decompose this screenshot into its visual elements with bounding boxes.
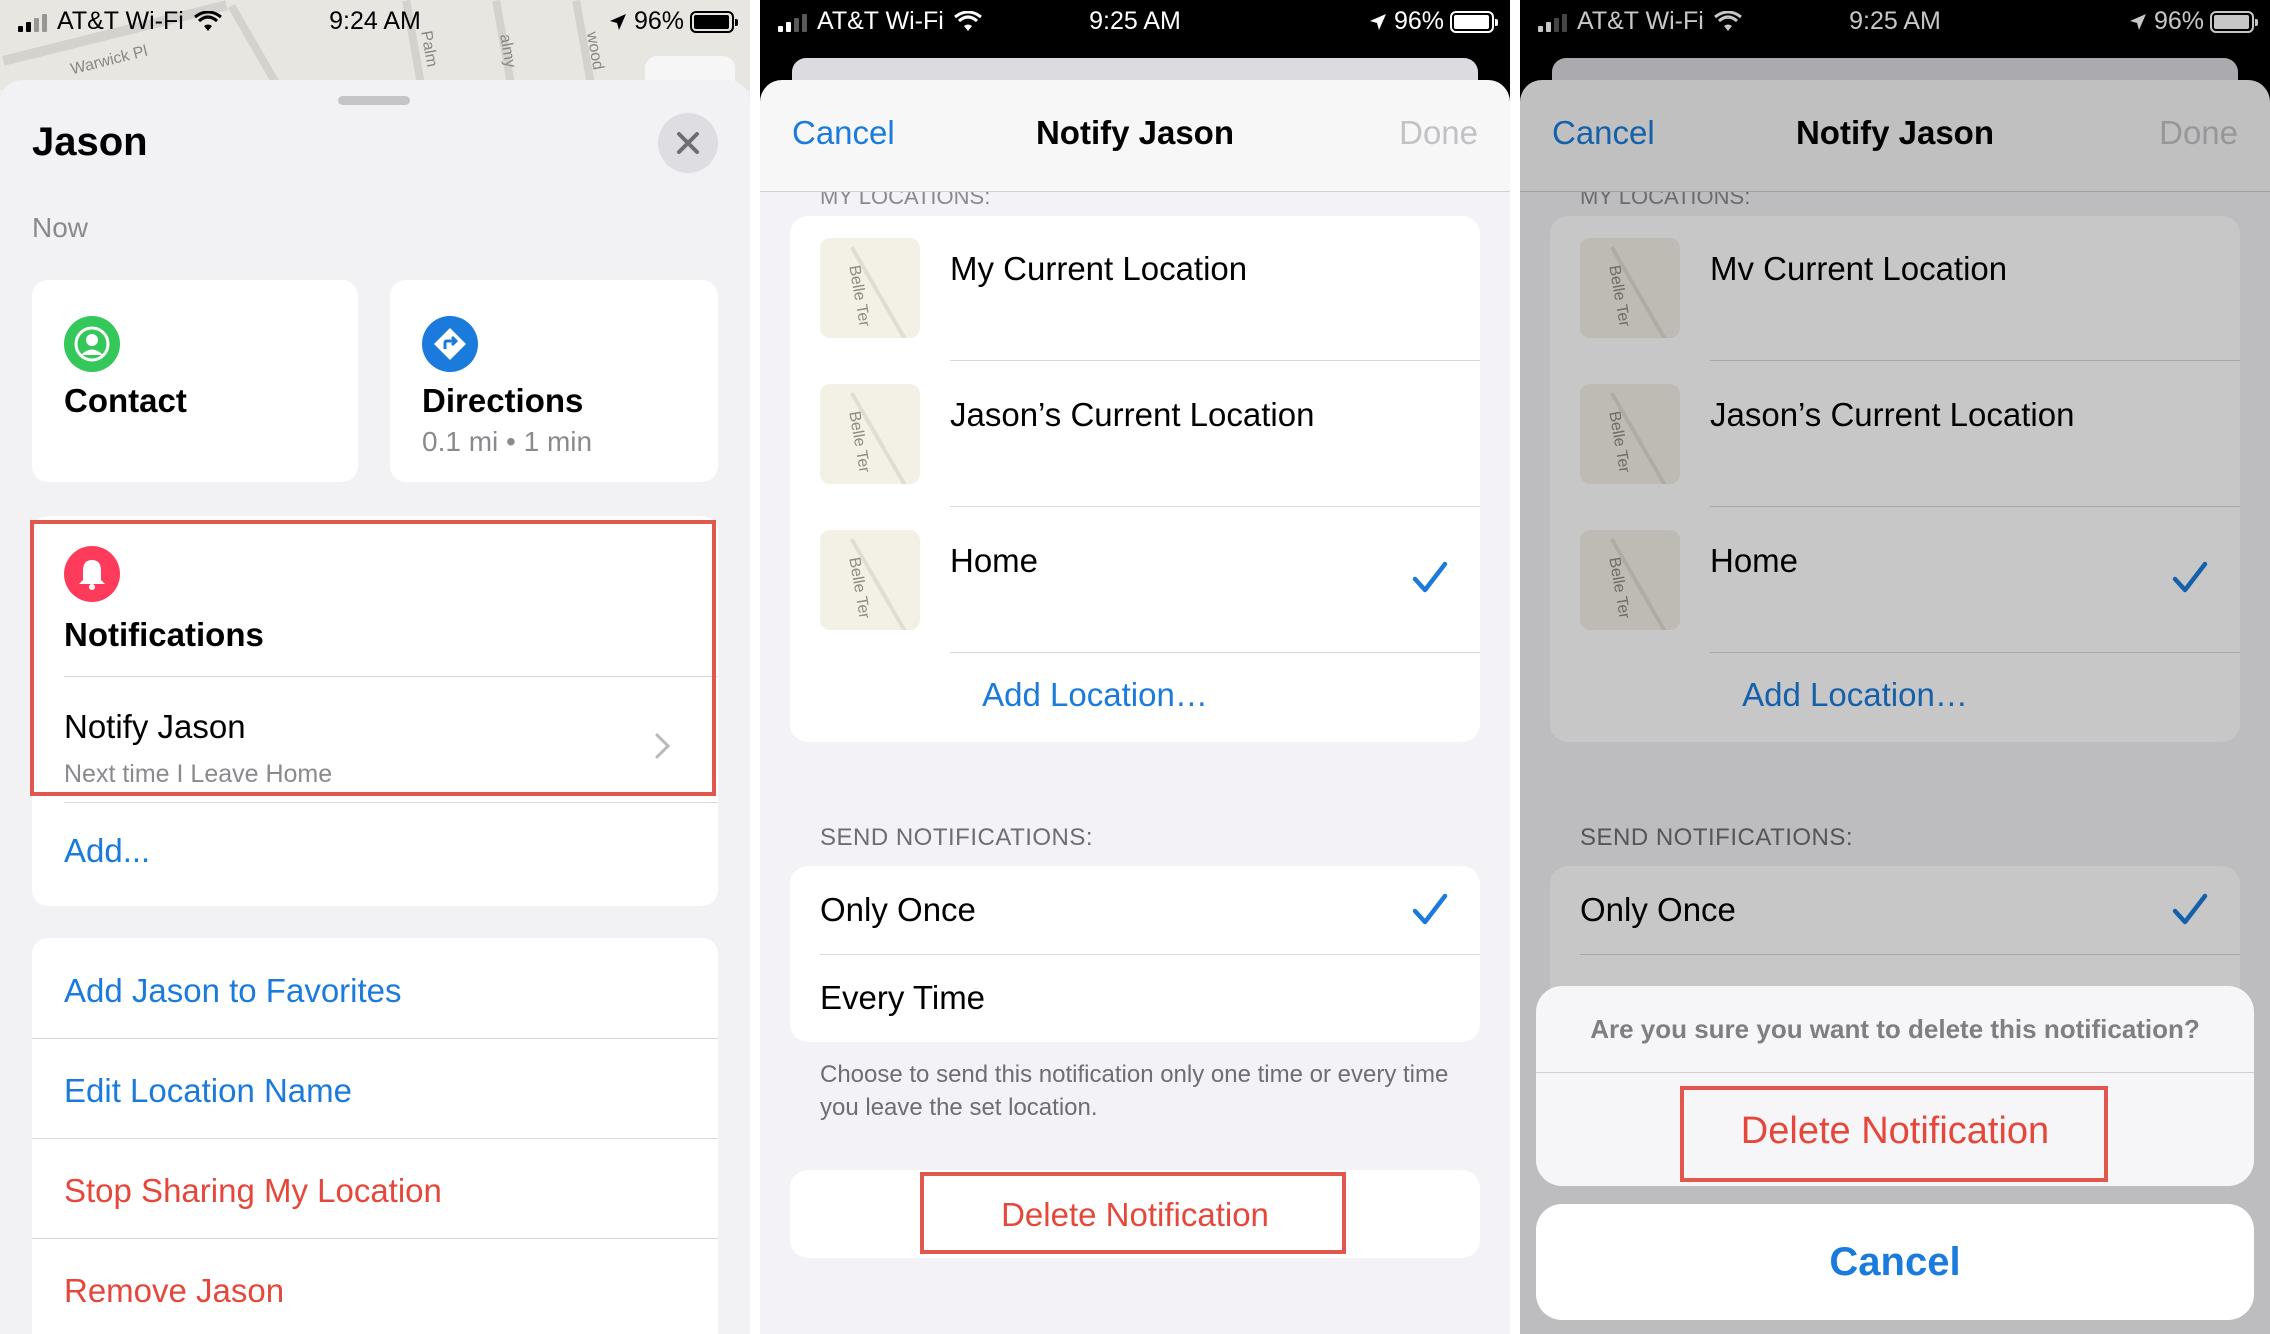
location-map-thumbnail: Belle Ter xyxy=(820,238,920,338)
nav-title: Notify Jason xyxy=(1035,114,1235,151)
panel-notify-screen: AT&T Wi-Fi 9:25 AM 96% Cancel Notify Jas… xyxy=(760,0,1510,1334)
contact-icon xyxy=(64,316,120,372)
last-seen-time: Now xyxy=(32,212,89,243)
action-sheet-cancel-button[interactable]: Cancel xyxy=(1536,1204,2254,1320)
contact-label: Contact xyxy=(64,382,187,419)
option-only-once[interactable]: Only Once xyxy=(790,866,1480,954)
battery-percent: 96% xyxy=(633,7,684,35)
remove-person-button[interactable]: Remove Jason xyxy=(64,1272,284,1310)
directions-distance: 0.1 mi • 1 min xyxy=(422,426,593,457)
locations-list: Belle Ter My Current Location Belle Ter … xyxy=(790,216,1480,742)
map-label: Warwick Pl xyxy=(68,42,150,79)
directions-card[interactable]: Directions 0.1 mi • 1 min xyxy=(390,280,718,482)
option-label: Only Once xyxy=(820,891,976,928)
send-options-footnote: Choose to send this notification only on… xyxy=(820,1061,1449,1121)
location-name: Home xyxy=(950,542,1039,579)
location-row[interactable]: Belle Ter Jason’s Current Location xyxy=(790,362,1480,506)
modal-header: Cancel Notify Jason Done xyxy=(760,42,1510,192)
done-button[interactable]: Done xyxy=(1399,114,1478,152)
person-name: Jason xyxy=(32,120,148,164)
location-arrow-icon xyxy=(1369,13,1386,30)
send-notifications-header: SEND NOTIFICATIONS: xyxy=(820,824,1094,851)
close-button[interactable] xyxy=(658,113,718,173)
battery-icon xyxy=(1450,10,1498,33)
nav-bar: Cancel Notify Jason Done xyxy=(760,80,1510,192)
status-bar: AT&T Wi-Fi 9:24 AM 96% xyxy=(0,0,750,42)
location-row[interactable]: Belle Ter My Current Location xyxy=(790,216,1480,360)
locations-header: MY LOCATIONS: xyxy=(820,192,991,209)
send-options-list: Only Once Every Time xyxy=(790,866,1480,1042)
battery-icon xyxy=(690,10,738,33)
action-sheet-message: Are you sure you want to delete this not… xyxy=(1590,1014,2200,1044)
directions-icon xyxy=(422,316,478,372)
stop-sharing-button[interactable]: Stop Sharing My Location xyxy=(64,1172,442,1210)
highlight-box xyxy=(30,520,716,796)
close-icon xyxy=(677,132,699,154)
checkmark-icon xyxy=(1412,561,1448,593)
person-sheet: Jason Now Contact Directions 0.1 mi • 1 … xyxy=(0,80,750,1334)
add-location-link[interactable]: Add Location… xyxy=(790,676,1480,714)
location-map-thumbnail: Belle Ter xyxy=(820,530,920,630)
directions-label: Directions xyxy=(422,382,584,419)
panel-confirm-delete: AT&T Wi-Fi 9:25 AM 96% Cancel Notify Jas… xyxy=(1520,0,2270,1334)
highlight-box xyxy=(920,1172,1346,1254)
location-map-thumbnail: Belle Ter xyxy=(820,384,920,484)
highlight-box xyxy=(1680,1086,2108,1182)
location-row-selected[interactable]: Belle Ter Home xyxy=(790,508,1480,652)
option-every-time[interactable]: Every Time xyxy=(790,955,1480,1042)
panel-person-sheet: Warwick Pl Palm almy wood AT&T Wi-Fi 9:2… xyxy=(0,0,750,1334)
add-notification-link[interactable]: Add... xyxy=(64,832,150,870)
edit-location-name-button[interactable]: Edit Location Name xyxy=(64,1072,352,1110)
location-name: My Current Location xyxy=(950,250,1248,287)
location-arrow-icon xyxy=(609,13,626,30)
actions-card: Add Jason to Favorites Edit Location Nam… xyxy=(32,938,718,1334)
location-name: Jason’s Current Location xyxy=(950,396,1315,433)
checkmark-icon xyxy=(1412,893,1448,925)
battery-percent: 96% xyxy=(1393,7,1444,35)
contact-card[interactable]: Contact xyxy=(32,280,358,482)
add-favorites-button[interactable]: Add Jason to Favorites xyxy=(64,972,402,1010)
option-label: Every Time xyxy=(820,979,986,1016)
status-bar: AT&T Wi-Fi 9:25 AM 96% xyxy=(760,0,1510,42)
sheet-grabber[interactable] xyxy=(338,96,410,105)
